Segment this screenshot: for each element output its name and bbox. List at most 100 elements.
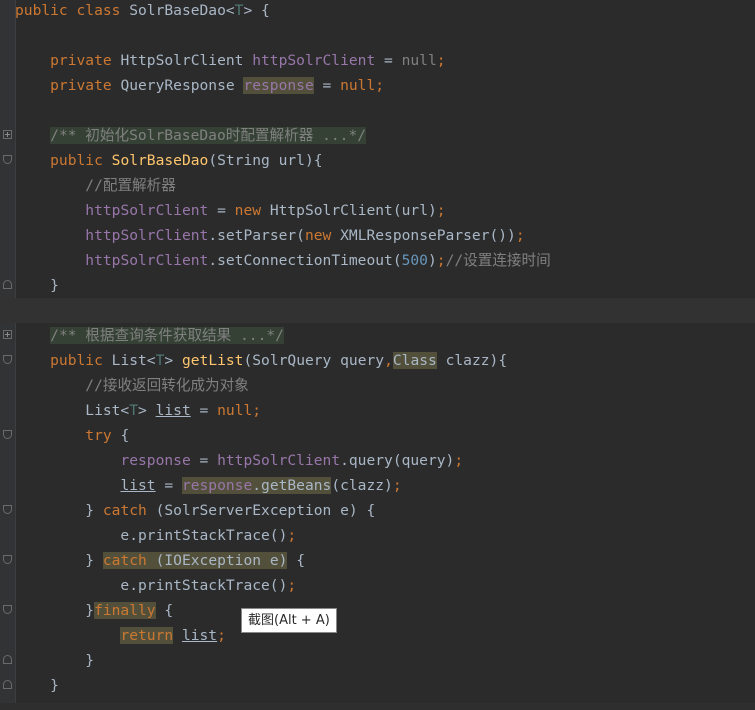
code-token: response [120,452,191,469]
code-token: try [15,427,121,444]
code-token: new [234,202,270,219]
code-token: httpSolrClient [85,202,209,219]
code-line[interactable]: }finally { [0,598,755,623]
code-token: QueryResponse [120,77,244,94]
code-line[interactable]: public SolrBaseDao(String url){ [0,148,755,173]
code-token: private [15,52,121,69]
code-token: getList [181,352,244,369]
code-token: ; [436,202,446,219]
code-line[interactable]: return list; [0,623,755,648]
code-token: (clazz) [331,477,393,494]
code-line[interactable]: } catch (SolrServerException e) { [0,498,755,523]
code-line[interactable]: //接收返回转化成为对象 [0,373,755,398]
code-token: .setParser( [208,227,305,244]
code-line[interactable]: } catch (IOException e) { [0,548,755,573]
code-token: httpSolrClient [85,252,209,269]
code-token: } [15,677,59,694]
code-line[interactable]: //配置解析器 [0,173,755,198]
code-token: ; [217,627,226,644]
code-token: finally [94,602,156,619]
code-line[interactable] [0,298,755,323]
code-token: (String url){ [208,152,323,169]
code-token: > { [243,2,270,19]
code-token: list [155,402,191,419]
code-token: e.printStackTrace() [15,527,288,544]
code-token: list [120,477,156,494]
code-token: } [15,652,95,669]
code-token: = [190,402,218,419]
code-token: (IOException e) [146,552,288,569]
code-token: = [155,477,182,494]
code-token: ; [375,77,385,94]
code-line[interactable]: httpSolrClient = new HttpSolrClient(url)… [0,198,755,223]
code-token: SolrBaseDao< [129,2,235,19]
code-token: httpSolrClient [85,227,209,244]
code-line[interactable]: try { [0,423,755,448]
code-token: SolrBaseDao [111,152,209,169]
code-token: httpSolrClient [252,52,376,69]
code-token: = [313,77,341,94]
code-token: ) [427,252,437,269]
code-token: ; [436,252,446,269]
code-line[interactable]: public class SolrBaseDao<T> { [0,0,755,23]
code-token: //设置连接时间 [445,252,551,269]
code-line[interactable]: e.printStackTrace(); [0,523,755,548]
code-line[interactable] [0,23,755,48]
code-token: HttpSolrClient(url) [269,202,437,219]
code-token: } [15,552,103,569]
code-token: > [164,352,182,369]
code-line[interactable]: e.printStackTrace(); [0,573,755,598]
code-token: public class [15,2,130,19]
code-token: ; [287,527,297,544]
code-token: { [155,602,174,619]
code-line[interactable]: httpSolrClient.setConnectionTimeout(500)… [0,248,755,273]
code-token: (SolrQuery query [243,352,385,369]
code-token: //接收返回转化成为对象 [15,377,249,394]
code-token: catch [102,552,147,569]
code-line[interactable]: /** 初始化SolrBaseDao时配置解析器 ...*/ [0,123,755,148]
code-line[interactable]: } [0,648,755,673]
code-token: } [15,502,103,519]
code-line[interactable]: list = response.getBeans(clazz); [0,473,755,498]
code-token: ; [392,477,402,494]
code-line[interactable]: /** 根据查询条件获取结果 ...*/ [0,323,755,348]
code-token: null [401,52,437,69]
code-line[interactable]: httpSolrClient.setParser(new XMLResponse… [0,223,755,248]
code-line[interactable]: response = httpSolrClient.query(query); [0,448,755,473]
code-token: T [129,402,139,419]
code-token: { [287,552,305,569]
code-token: = [190,452,218,469]
code-token: return [120,627,174,644]
code-token: ; [454,452,464,469]
code-line[interactable]: } [0,273,755,298]
screenshot-tooltip: 截图(Alt + A) [241,608,337,633]
code-token: catch [102,502,156,519]
code-token: } [15,277,59,294]
code-token: e.printStackTrace() [15,577,288,594]
code-line[interactable]: private QueryResponse response = null; [0,73,755,98]
code-line[interactable] [0,98,755,123]
code-token: clazz){ [436,352,508,369]
code-token: XMLResponseParser()) [340,227,516,244]
code-token: null [340,77,376,94]
code-token: > [138,402,156,419]
code-line[interactable]: List<T> list = null; [0,398,755,423]
code-line[interactable]: } [0,673,755,698]
code-token: null [217,402,253,419]
code-token: new [304,227,341,244]
code-line[interactable]: public List<T> getList(SolrQuery query,C… [0,348,755,373]
code-token: (SolrServerException e) { [155,502,376,519]
horizontal-scrollbar[interactable] [0,703,755,710]
code-line[interactable]: private HttpSolrClient httpSolrClient = … [0,48,755,73]
code-token: 500 [401,252,428,269]
code-token: = [375,52,402,69]
